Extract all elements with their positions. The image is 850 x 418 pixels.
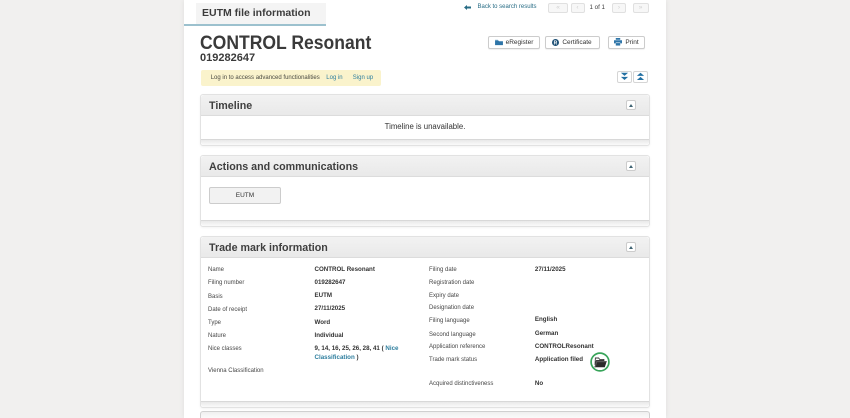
svg-text:R: R bbox=[554, 40, 558, 46]
